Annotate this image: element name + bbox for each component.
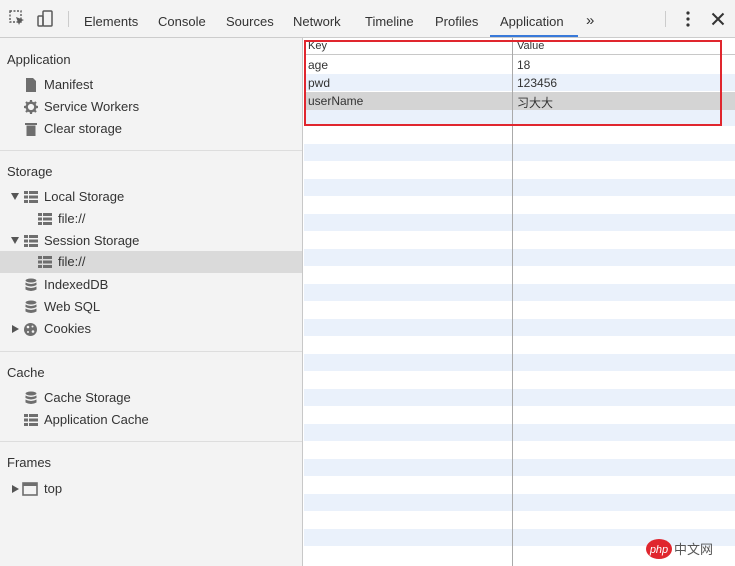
sidebar-item-label: Local Storage	[44, 189, 125, 204]
grid-stripe	[304, 319, 735, 336]
devtools-toolbar: Elements Console Sources Network Timelin…	[0, 0, 735, 38]
sidebar-item-label: Web SQL	[44, 299, 101, 314]
tab-sources[interactable]: Sources	[226, 0, 274, 37]
expand-arrow-icon[interactable]	[11, 193, 19, 200]
table-icon	[38, 212, 52, 226]
table-icon	[24, 190, 38, 204]
sidebar-item-local-storage[interactable]: Local Storage	[0, 186, 302, 208]
more-tabs-icon[interactable]: »	[586, 0, 594, 37]
sidebar-item-local-storage-file[interactable]: file://	[0, 208, 302, 230]
trash-icon	[24, 122, 38, 136]
cell-value[interactable]: 18	[517, 58, 530, 72]
sidebar-item-label: Cache Storage	[44, 390, 131, 405]
cookie-icon	[23, 322, 37, 336]
svg-text:中文网: 中文网	[674, 543, 713, 558]
sidebar-item-cache-storage[interactable]: Cache Storage	[0, 387, 302, 409]
section-divider	[0, 150, 302, 151]
sidebar-item-frame-top[interactable]: top	[0, 478, 302, 500]
sidebar-item-label: file://	[58, 254, 86, 269]
sidebar-item-label: Clear storage	[44, 121, 123, 136]
sidebar-item-label: Cookies	[44, 321, 91, 336]
grid-stripe	[304, 459, 735, 476]
expand-arrow-icon[interactable]	[11, 237, 19, 244]
table-row[interactable]: age 18	[304, 56, 735, 74]
close-icon[interactable]	[708, 9, 728, 29]
inspect-element-icon[interactable]	[8, 9, 28, 29]
gear-icon	[24, 100, 38, 114]
sidebar-item-manifest[interactable]: Manifest	[0, 74, 302, 96]
sidebar-item-label: file://	[58, 211, 86, 226]
toolbar-separator	[68, 11, 69, 27]
application-sidebar: Application Manifest Service Workers Cle…	[0, 38, 303, 566]
section-title-frames: Frames	[7, 455, 52, 470]
sidebar-item-session-storage[interactable]: Session Storage	[0, 230, 302, 252]
svg-text:php: php	[649, 544, 668, 556]
cell-value[interactable]: 习大大	[517, 94, 553, 111]
sidebar-item-application-cache[interactable]: Application Cache	[0, 409, 302, 431]
sidebar-item-web-sql[interactable]: Web SQL	[0, 296, 302, 318]
tab-network[interactable]: Network	[293, 0, 341, 37]
grid-stripe	[304, 424, 735, 441]
grid-stripe	[304, 109, 735, 126]
php-cn-watermark-logo: php 中文网	[645, 537, 730, 561]
toolbar-separator	[665, 11, 666, 27]
cell-key[interactable]: userName	[308, 94, 363, 108]
column-header-value[interactable]: Value	[517, 40, 544, 52]
sidebar-item-session-storage-file[interactable]: file://	[0, 251, 302, 273]
grid-stripe	[304, 214, 735, 231]
sidebar-item-cookies[interactable]: Cookies	[0, 318, 302, 340]
section-title-application: Application	[7, 52, 71, 67]
tab-profiles[interactable]: Profiles	[435, 0, 478, 37]
cell-value[interactable]: 123456	[517, 76, 557, 90]
column-header-key[interactable]: Key	[308, 40, 327, 52]
table-row-selected[interactable]: userName 习大大	[304, 92, 735, 110]
database-icon	[24, 391, 38, 405]
expand-arrow-icon[interactable]	[12, 325, 19, 333]
sidebar-item-label: Application Cache	[44, 412, 149, 427]
database-icon	[24, 278, 38, 292]
tab-application[interactable]: Application	[500, 0, 564, 37]
table-icon	[38, 255, 52, 269]
tab-console[interactable]: Console	[158, 0, 206, 37]
tab-timeline[interactable]: Timeline	[365, 0, 414, 37]
sidebar-item-service-workers[interactable]: Service Workers	[0, 96, 302, 118]
grid-header: Key Value	[304, 38, 735, 55]
document-icon	[24, 78, 38, 92]
storage-data-grid[interactable]: Key Value age 18 pwd 123456 userName 习大大	[304, 38, 735, 566]
section-title-cache: Cache	[7, 365, 45, 380]
sidebar-item-clear-storage[interactable]: Clear storage	[0, 118, 302, 140]
table-icon	[24, 234, 38, 248]
frame-icon	[22, 482, 38, 496]
grid-stripe	[304, 284, 735, 301]
sidebar-item-label: top	[44, 481, 63, 496]
sidebar-item-label: Manifest	[44, 77, 94, 92]
expand-arrow-icon[interactable]	[12, 485, 19, 493]
cell-key[interactable]: age	[308, 58, 328, 72]
cell-key[interactable]: pwd	[308, 76, 330, 90]
table-icon	[24, 413, 38, 427]
kebab-menu-icon[interactable]	[678, 9, 698, 29]
section-title-storage: Storage	[7, 164, 53, 179]
device-mode-icon[interactable]	[35, 9, 55, 29]
table-row[interactable]: pwd 123456	[304, 74, 735, 92]
section-divider	[0, 351, 302, 352]
grid-stripe	[304, 494, 735, 511]
grid-stripe	[304, 249, 735, 266]
column-divider[interactable]	[512, 38, 513, 566]
grid-stripe	[304, 144, 735, 161]
grid-stripe	[304, 179, 735, 196]
grid-stripe	[304, 354, 735, 371]
sidebar-item-label: Service Workers	[44, 99, 140, 114]
active-tab-indicator	[490, 35, 578, 37]
database-icon	[24, 300, 38, 314]
tab-elements[interactable]: Elements	[84, 0, 138, 37]
sidebar-item-label: Session Storage	[44, 233, 140, 248]
section-divider	[0, 441, 302, 442]
grid-stripe	[304, 389, 735, 406]
sidebar-item-label: IndexedDB	[44, 277, 109, 292]
sidebar-item-indexeddb[interactable]: IndexedDB	[0, 274, 302, 296]
